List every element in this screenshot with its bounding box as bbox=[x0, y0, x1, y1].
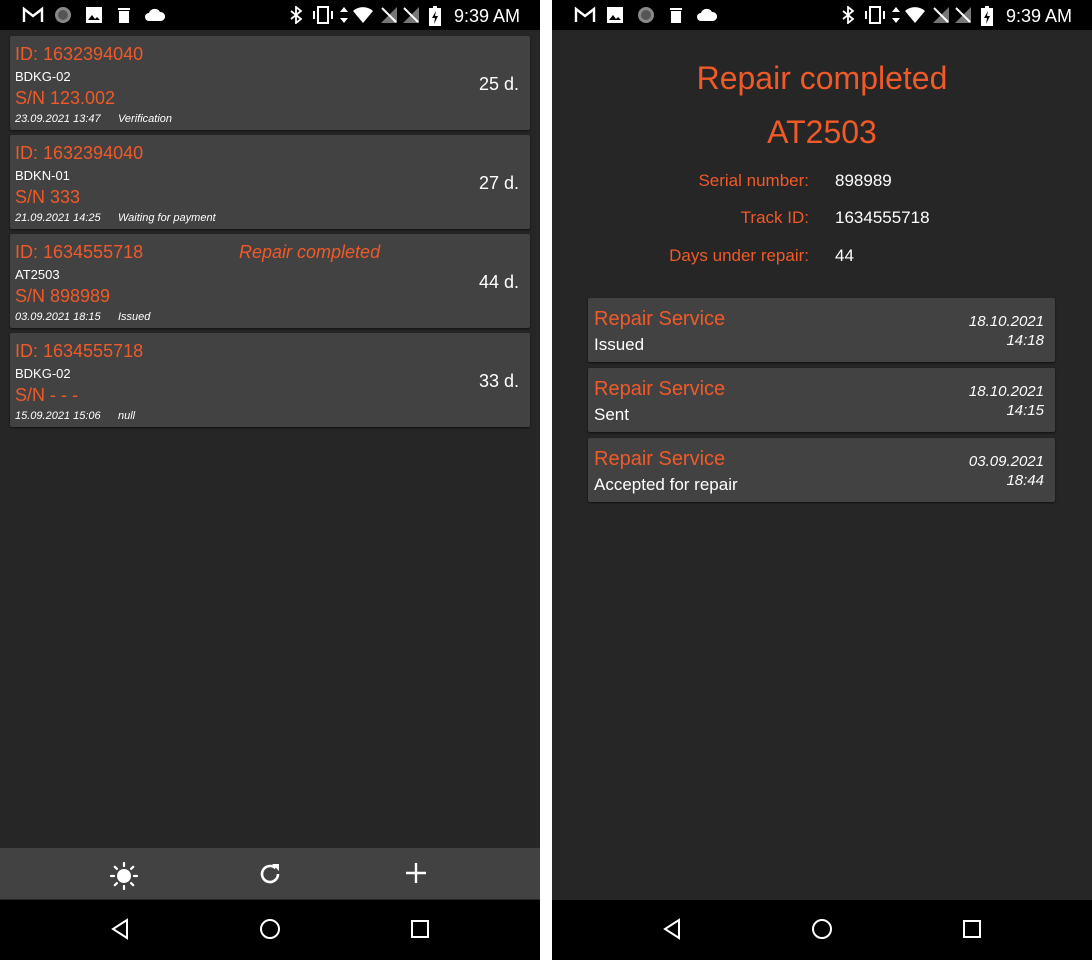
clock: 9:39 AM bbox=[1005, 6, 1072, 26]
serial-number: S/N - - - bbox=[15, 385, 78, 405]
clock: 9:39 AM bbox=[453, 6, 520, 26]
data-arrows-icon bbox=[892, 7, 900, 23]
app-icon bbox=[638, 7, 654, 23]
track-id: ID: 1632394040 bbox=[15, 44, 144, 64]
list-item[interactable]: ID: 1634555718 Repair completed AT2503 S… bbox=[10, 234, 530, 328]
days-count: 33 d. bbox=[478, 371, 519, 391]
history-item[interactable]: Repair Service Sent 18.10.2021 14:15 bbox=[588, 368, 1055, 432]
event-status: Sent bbox=[594, 405, 629, 424]
status-bar: 9:39 AM bbox=[0, 0, 540, 30]
device-model-title: AT2503 bbox=[767, 114, 877, 150]
serial-number-value: 898989 bbox=[835, 171, 892, 190]
signal-off-icon-2 bbox=[403, 7, 419, 23]
track-id: ID: 1634555718 bbox=[15, 341, 144, 361]
home-icon[interactable] bbox=[259, 918, 281, 940]
status-bar: 9:39 AM bbox=[552, 0, 1092, 30]
recents-icon[interactable] bbox=[962, 918, 982, 940]
status-title: Repair completed bbox=[696, 60, 948, 96]
trash-icon bbox=[670, 8, 682, 23]
gmail-icon bbox=[574, 6, 596, 22]
track-id: ID: 1634555718 bbox=[15, 242, 144, 262]
days-count: 27 d. bbox=[478, 173, 519, 193]
list-item[interactable]: ID: 1634555718 BDKG-02 S/N - - - 15.09.2… bbox=[10, 333, 530, 427]
days-under-repair-value: 44 bbox=[835, 246, 854, 265]
date-time: 03.09.2021 18:15 bbox=[15, 311, 101, 323]
date-time: 23.09.2021 13:47 bbox=[15, 113, 101, 125]
brightness-icon[interactable] bbox=[109, 861, 139, 891]
signal-off-icon bbox=[381, 7, 397, 23]
signal-off-icon bbox=[933, 7, 949, 23]
status-text: Verification bbox=[118, 113, 173, 125]
history-item[interactable]: Repair Service Accepted for repair 03.09… bbox=[588, 438, 1055, 502]
order-list-screen: 9:39 AM ID: 1632394040 BDKG-02 S/N 123.0… bbox=[0, 0, 540, 960]
date-time: 21.09.2021 14:25 bbox=[15, 212, 101, 224]
track-id: ID: 1632394040 bbox=[15, 143, 144, 163]
event-status: Accepted for repair bbox=[594, 475, 738, 494]
bluetooth-icon bbox=[290, 6, 302, 24]
bluetooth-icon bbox=[842, 6, 854, 24]
event-organization: Repair Service bbox=[594, 378, 726, 400]
battery-charging-icon bbox=[981, 6, 993, 26]
gmail-icon bbox=[22, 6, 44, 22]
back-icon[interactable] bbox=[110, 918, 130, 940]
vibrate-icon bbox=[865, 6, 885, 24]
bottom-toolbar bbox=[0, 848, 540, 899]
event-date: 03.09.2021 bbox=[968, 453, 1044, 470]
days-under-repair-label: Days under repair: bbox=[669, 246, 809, 265]
event-status: Issued bbox=[594, 335, 645, 354]
event-date: 18.10.2021 bbox=[968, 383, 1044, 400]
back-icon[interactable] bbox=[662, 918, 682, 940]
wifi-icon bbox=[905, 7, 925, 23]
serial-number: S/N 123.002 bbox=[15, 88, 116, 108]
list-item[interactable]: ID: 1632394040 BDKG-02 S/N 123.002 23.09… bbox=[10, 36, 530, 130]
list-item[interactable]: ID: 1632394040 BDKN-01 S/N 333 21.09.202… bbox=[10, 135, 530, 229]
event-time: 18:44 bbox=[1006, 472, 1044, 489]
navigation-bar bbox=[552, 900, 1092, 960]
device-model: BDKN-01 bbox=[15, 168, 70, 183]
serial-number: S/N 898989 bbox=[15, 286, 111, 306]
add-icon[interactable] bbox=[404, 861, 428, 885]
event-time: 14:18 bbox=[1006, 332, 1044, 349]
vibrate-icon bbox=[313, 6, 333, 24]
days-count: 25 d. bbox=[478, 74, 519, 94]
refresh-icon[interactable] bbox=[257, 861, 283, 887]
status-text: null bbox=[118, 410, 136, 422]
trash-icon bbox=[118, 8, 130, 23]
home-icon[interactable] bbox=[811, 918, 833, 940]
device-model: BDKG-02 bbox=[15, 366, 71, 381]
device-model: AT2503 bbox=[15, 267, 60, 282]
order-detail-screen: 9:39 AM Repair completed AT2503 Serial n… bbox=[552, 0, 1092, 960]
device-model: BDKG-02 bbox=[15, 69, 71, 84]
cloud-icon bbox=[145, 8, 166, 21]
signal-off-icon-2 bbox=[955, 7, 971, 23]
event-organization: Repair Service bbox=[594, 308, 726, 330]
days-count: 44 d. bbox=[478, 272, 519, 292]
status-text: Waiting for payment bbox=[118, 212, 216, 224]
serial-number-label: Serial number: bbox=[698, 171, 809, 190]
app-icon bbox=[55, 7, 71, 23]
recents-icon[interactable] bbox=[410, 918, 430, 940]
track-id-value: 1634555718 bbox=[835, 208, 930, 227]
history-item[interactable]: Repair Service Issued 18.10.2021 14:18 bbox=[588, 298, 1055, 362]
status-text: Issued bbox=[118, 311, 151, 323]
navigation-bar bbox=[0, 900, 540, 960]
image-icon bbox=[86, 7, 102, 23]
track-id-label: Track ID: bbox=[740, 208, 809, 227]
battery-charging-icon bbox=[429, 6, 441, 26]
status-badge: Repair completed bbox=[239, 242, 381, 262]
image-icon bbox=[607, 7, 623, 23]
data-arrows-icon bbox=[340, 7, 348, 23]
date-time: 15.09.2021 15:06 bbox=[15, 410, 101, 422]
wifi-icon bbox=[353, 7, 373, 23]
event-organization: Repair Service bbox=[594, 448, 726, 470]
event-date: 18.10.2021 bbox=[968, 313, 1044, 330]
cloud-icon bbox=[697, 8, 718, 21]
event-time: 14:15 bbox=[1006, 402, 1044, 419]
serial-number: S/N 333 bbox=[15, 187, 81, 207]
